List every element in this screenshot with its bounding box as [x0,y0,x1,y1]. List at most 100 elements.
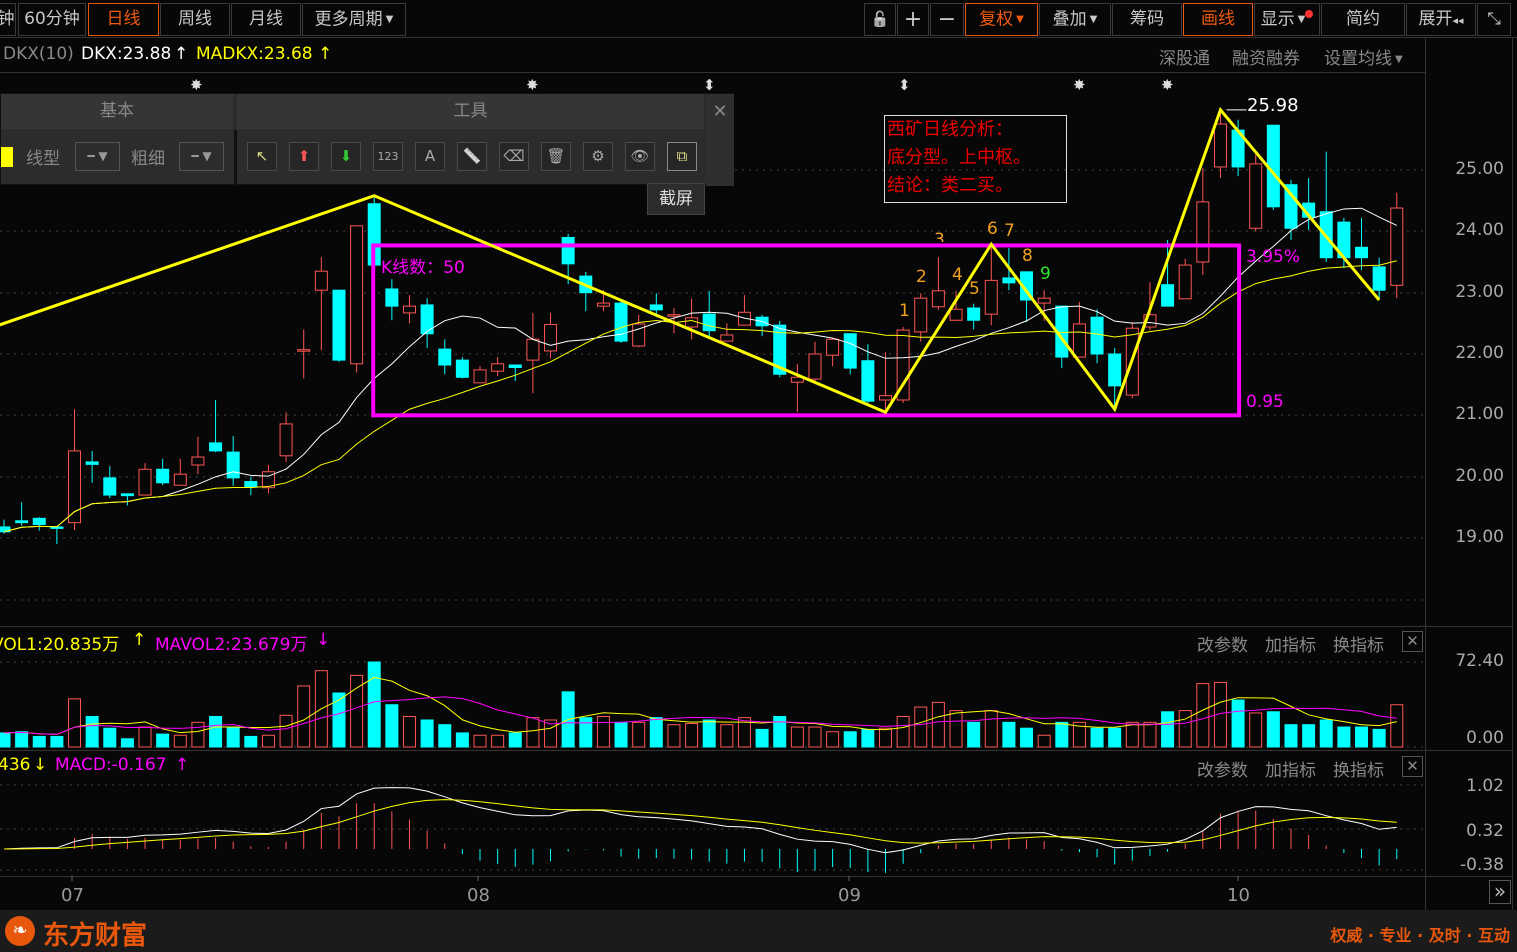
volume-bar [808,726,822,748]
line-type-dropdown[interactable]: ━ ▼ [75,142,120,171]
volume-bar [914,706,928,748]
tab-tools[interactable]: 工具 [237,94,704,129]
macd-add-indicator-link[interactable]: 加指标 [1265,756,1316,781]
color-swatch[interactable] [1,147,13,167]
candle-body [685,317,699,328]
scroll-right-button[interactable]: » [1489,880,1511,904]
volume-bar [1196,683,1210,748]
volume-bar [649,717,663,748]
candle-body [32,517,46,525]
volume-bar [1266,711,1280,748]
shrink-icon: ⤡ [1487,9,1501,29]
volume-bar [1161,711,1175,748]
candle-body [1161,284,1175,307]
candle-body [861,360,875,402]
trash-tool-icon[interactable]: 🗑 [541,142,571,171]
slogan: 权威 · 专业 · 及时 · 互动 [1330,926,1510,945]
volume-bar [68,698,82,748]
vol-add-indicator-link[interactable]: 加指标 [1265,631,1316,656]
macd-switch-indicator-link[interactable]: 换指标 [1333,756,1384,781]
note-line: 西矿日线分析： [887,119,1013,140]
volume-bar [244,735,258,748]
volume-bar [879,727,892,748]
volume-bar [1337,726,1351,748]
date-tick: 07 [61,885,84,906]
volume-bar [0,732,11,748]
tab-basic[interactable]: 基本 [1,94,233,129]
brand-name: 东方财富 [43,921,148,951]
draw-marker-icon: ✸ [190,76,203,94]
settings-tool-icon[interactable]: ⚙ [583,142,613,171]
macd-edit-params-link[interactable]: 改参数 [1197,756,1248,781]
candle-body [544,324,558,352]
updown-marker-icon: ⬍ [898,76,911,94]
volume-bar [720,724,734,748]
candle-body [1196,201,1210,263]
wave-number: 9 [1040,264,1051,284]
candle-body [85,461,99,465]
text-tool-icon[interactable]: A [415,142,445,171]
candle-body [332,289,346,361]
volume-bar [632,721,646,748]
screenshot-tool-icon[interactable]: ⧉ [667,142,697,171]
toolbox-close-button[interactable]: ✕ [706,94,734,186]
candle-body [244,481,258,488]
candle-body [138,468,152,496]
volume-bar [473,734,487,748]
number-tool-icon[interactable]: 123 [373,142,403,171]
volume-bar [1037,734,1051,748]
pointer-tool-icon[interactable]: ↖ [247,142,277,171]
candle-body [1072,323,1086,358]
note-line: 底分型。上中枢。 [887,147,1031,168]
thickness-dropdown[interactable]: ━ ▼ [179,142,224,171]
volume-bar [667,724,681,748]
candle-body [473,369,487,384]
volume-bar [402,715,416,748]
volume-bar [843,731,857,748]
dea-line [3,799,1397,850]
vol-edit-params-link[interactable]: 改参数 [1197,631,1248,656]
footer-bar: ❧ 东方财富 权威 · 专业 · 及时 · 互动 [0,910,1517,952]
volume-bar [1355,726,1369,748]
volume-bar [120,738,134,748]
candle-body [226,451,240,479]
volume-bar [1143,721,1157,748]
candle-body [15,520,29,524]
volume-bar [1020,727,1034,748]
vol-switch-indicator-link[interactable]: 换指标 [1333,631,1384,656]
candle-body [1090,316,1104,355]
volume-bar [1372,728,1386,748]
volume-bar [385,704,399,748]
analysis-note[interactable]: 西矿日线分析： 底分型。上中枢。 结论：类二买。 [884,115,1067,203]
candle-body [843,333,857,369]
candle-body [279,423,293,457]
candle-body [949,308,963,321]
ruler-tool-icon[interactable]: 📏 [457,142,487,171]
candle-body [1037,297,1051,304]
macd-close-button[interactable]: ✕ [1402,756,1423,777]
volume-bar [949,710,963,748]
volume-bar [191,721,205,748]
pivot-box [371,243,1242,418]
volume-bar [15,731,29,748]
down-arrow-tool-icon[interactable]: ⬇ [331,142,361,171]
candle-body [808,353,822,380]
volume-bar [332,692,346,748]
candle-body [191,456,205,466]
volume-bar [790,726,804,748]
volume-bar [596,715,610,748]
volume-bar [32,735,46,748]
vol-close-button[interactable]: ✕ [1402,631,1423,652]
candle-body [561,236,575,265]
candle-body [455,359,469,378]
ma20-line [3,260,1397,533]
candle-body [984,279,998,315]
volume-bar [367,661,381,748]
eraser-tool-icon[interactable]: ⌫ [499,142,529,171]
eye-tool-icon[interactable]: 👁 [625,142,655,171]
volume-bar [685,723,699,748]
macd-tick: -0.38 [1460,855,1504,875]
volume-bar [1125,721,1139,748]
shrink-button[interactable]: ⤡ [1477,3,1511,36]
up-arrow-tool-icon[interactable]: ⬆ [289,142,319,171]
